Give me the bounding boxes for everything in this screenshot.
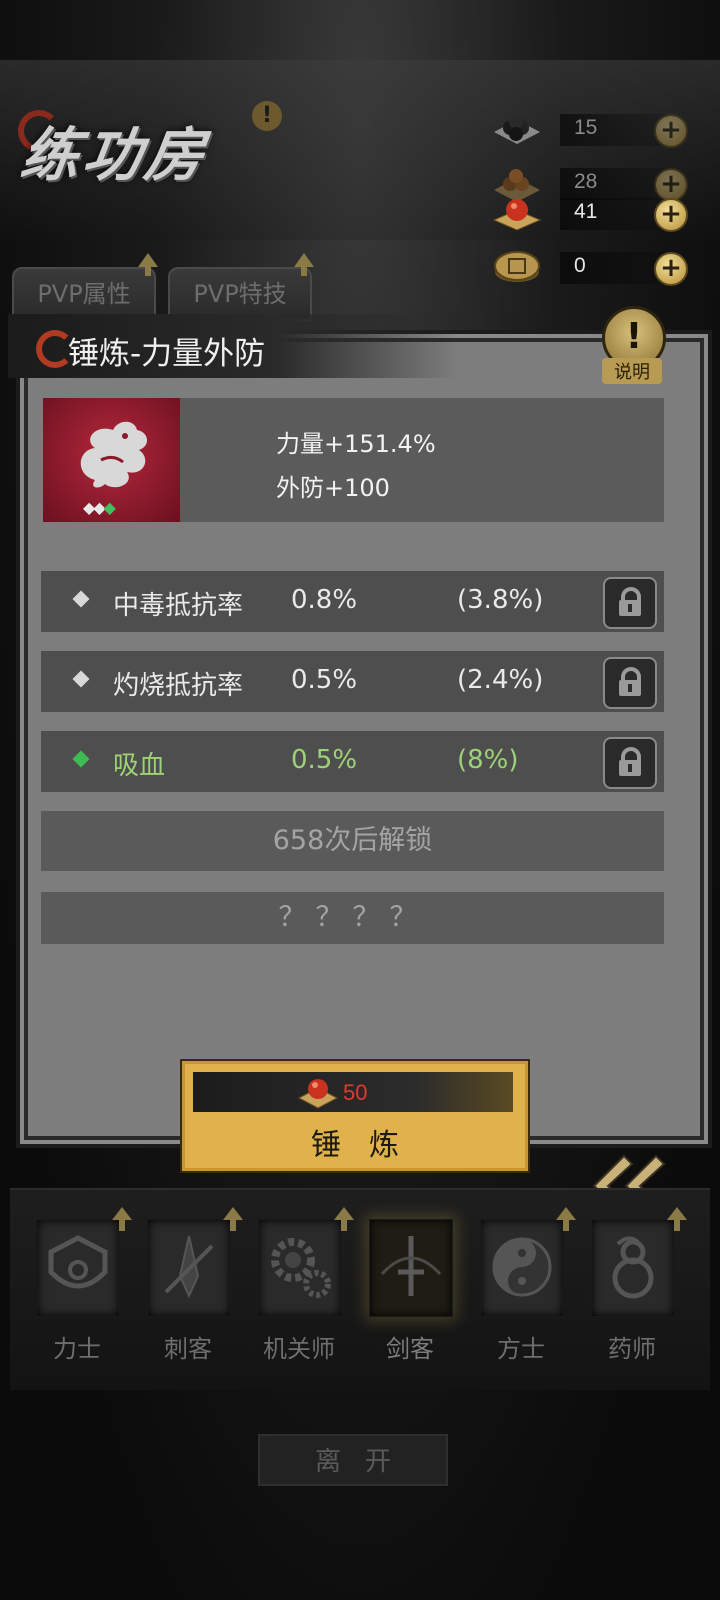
yin-yang-icon	[492, 1237, 552, 1297]
attribute-name: 灼烧抵抗率	[113, 671, 244, 701]
red-orb-icon	[492, 199, 542, 231]
lock-toggle-button[interactable]	[603, 657, 657, 709]
dragon-icon	[80, 421, 148, 488]
lock-toggle-button[interactable]	[603, 577, 657, 629]
resource-row-red-orb: 41 +	[490, 194, 690, 234]
stat-strength: 力量+151.4%	[276, 430, 436, 458]
class-tab-jiguanshi[interactable]: 机关师	[254, 1207, 354, 1365]
locked-slot-row: 658次后解锁	[41, 811, 664, 871]
attribute-value: 0.5%	[291, 745, 358, 775]
attribute-max: (2.4%)	[457, 665, 544, 695]
class-label: 方士	[497, 1335, 545, 1363]
black-orb-pile-icon	[494, 115, 540, 144]
brown-orb-count: 28	[574, 170, 598, 193]
herb-gourd-icon	[612, 1236, 654, 1299]
upgrade-arrow-icon	[667, 1207, 687, 1231]
attribute-max: (3.8%)	[457, 585, 544, 615]
blade-icon	[164, 1235, 214, 1299]
forge-cost-bar: 50	[193, 1072, 513, 1112]
page-title: 练功房	[16, 121, 213, 189]
exclamation-icon[interactable]: !	[252, 101, 282, 131]
class-label: 药师	[608, 1335, 656, 1363]
add-red-orb-button[interactable]: +	[654, 198, 688, 232]
forge-cost: 50	[343, 1080, 368, 1105]
upgrade-arrow-icon	[334, 1207, 354, 1231]
attribute-row: 中毒抵抗率 0.8% (3.8%)	[41, 571, 664, 632]
class-label: 剑客	[386, 1335, 434, 1363]
stat-outer-defense: 外防+100	[276, 474, 390, 502]
tab-label: PVP属性	[37, 280, 131, 308]
stat-card: ◆◆◆ 力量+151.4% 外防+100	[43, 398, 664, 522]
sword-icon	[380, 1236, 442, 1296]
unknown-slot-row: ？？？？	[41, 892, 664, 944]
coin-icon	[494, 251, 540, 282]
diamond-icon	[72, 750, 90, 768]
resource-row-coin: 0 +	[490, 248, 690, 288]
upgrade-arrow-icon	[138, 253, 158, 276]
add-black-orb-button[interactable]: +	[654, 114, 688, 148]
leave-button[interactable]: 离开	[258, 1434, 448, 1486]
class-label: 机关师	[263, 1335, 335, 1363]
tab-pvp-attributes[interactable]: PVP属性	[12, 253, 158, 321]
explain-button[interactable]: ! 说明	[598, 306, 666, 384]
attribute-name: 吸血	[113, 751, 166, 781]
attribute-value: 0.8%	[291, 585, 358, 615]
coin-count: 0	[574, 254, 586, 277]
red-orb-count: 41	[574, 200, 598, 223]
forge-button[interactable]: 50 锤炼	[182, 1061, 528, 1171]
black-orb-count: 15	[574, 116, 598, 139]
class-tab-fangshi[interactable]: 方士	[476, 1207, 576, 1365]
attribute-row: 灼烧抵抗率 0.5% (2.4%)	[41, 651, 664, 712]
class-label: 力士	[53, 1335, 101, 1363]
explain-label: 说明	[602, 358, 662, 384]
class-tab-cike[interactable]: 刺客	[143, 1207, 243, 1365]
attribute-max: (8%)	[457, 745, 519, 775]
dragon-emblem: ◆◆◆	[43, 398, 180, 522]
class-tab-yaoshi[interactable]: 药师	[587, 1207, 687, 1365]
diamond-icon	[72, 670, 90, 688]
upgrade-arrow-icon	[112, 1207, 132, 1231]
tab-pvp-skills[interactable]: PVP特技	[168, 253, 314, 321]
upgrade-arrow-icon	[294, 253, 314, 276]
class-tab-lishi[interactable]: 力士	[32, 1207, 132, 1365]
diamond-icon	[72, 590, 90, 608]
add-coin-button[interactable]: +	[654, 252, 688, 286]
forge-label: 锤炼	[311, 1128, 427, 1163]
gear-icon	[271, 1238, 331, 1298]
panel-title: 锤炼-力量外防	[68, 336, 266, 372]
tab-label: PVP特技	[193, 280, 287, 308]
upgrade-arrow-icon	[223, 1207, 243, 1231]
attribute-row: 吸血 0.5% (8%)	[41, 731, 664, 792]
upgrade-arrow-icon	[556, 1207, 576, 1231]
class-label: 刺客	[164, 1335, 212, 1363]
lock-toggle-button[interactable]	[603, 737, 657, 789]
shield-icon	[48, 1235, 108, 1289]
resource-row-black-orbs: 15 +	[490, 110, 690, 150]
attribute-name: 中毒抵抗率	[113, 591, 244, 621]
class-tab-jianke[interactable]: 剑客	[365, 1215, 455, 1365]
attribute-value: 0.5%	[291, 665, 358, 695]
rarity-gems: ◆◆◆	[83, 498, 116, 517]
red-orb-icon	[297, 1079, 339, 1109]
